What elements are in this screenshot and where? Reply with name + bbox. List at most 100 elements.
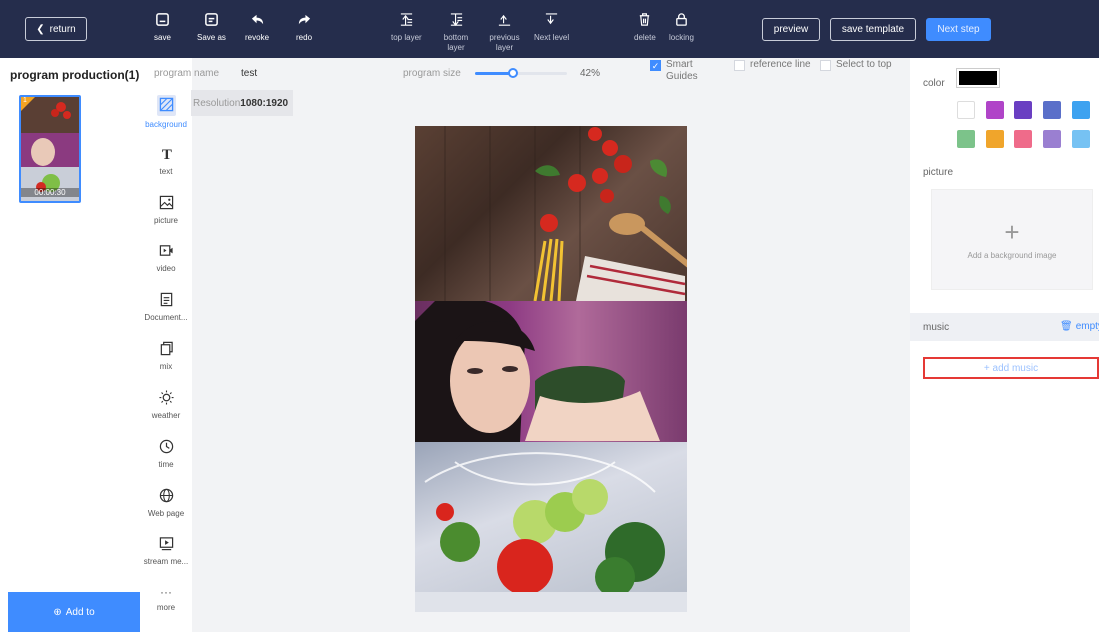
add-to-button[interactable]: ⊕ Add to bbox=[8, 592, 140, 632]
tool-stream-media[interactable]: stream me... bbox=[140, 536, 192, 566]
mix-icon bbox=[160, 341, 173, 356]
reference-line-checkbox[interactable]: reference line bbox=[734, 59, 812, 71]
save-template-button[interactable]: save template bbox=[830, 18, 916, 41]
color-swatch-green[interactable] bbox=[957, 130, 975, 148]
plus-circle-icon: ⊕ bbox=[53, 606, 62, 618]
program-info-bar: program name test program size 42% ✓ Sma… bbox=[140, 58, 910, 88]
tool-document[interactable]: Document... bbox=[140, 292, 192, 322]
tool-time[interactable]: time bbox=[140, 439, 192, 469]
tool-text[interactable]: T text bbox=[140, 146, 192, 176]
delete-button[interactable]: delete bbox=[634, 12, 656, 43]
redo-icon bbox=[298, 14, 310, 25]
top-toolbar: ❮ return save Save as revoke redo top la… bbox=[0, 0, 1099, 58]
program-size-percent: 42% bbox=[580, 68, 601, 79]
stream-icon bbox=[159, 537, 173, 551]
color-swatch-light-blue[interactable] bbox=[1072, 130, 1090, 148]
previous-layer-button[interactable]: previous layer bbox=[487, 12, 522, 53]
resolution-label: Resolution 1080:1920 bbox=[191, 90, 293, 116]
color-swatch-magenta[interactable] bbox=[986, 101, 1004, 119]
thumbnail-duration: 00:00:30 bbox=[21, 188, 79, 197]
locking-button[interactable]: locking bbox=[669, 12, 694, 43]
selected-color-swatch[interactable] bbox=[956, 68, 1000, 88]
bottom-layer-icon bbox=[450, 13, 462, 27]
chevron-left-icon: ❮ bbox=[36, 23, 45, 35]
checkmark-icon: ✓ bbox=[650, 60, 661, 71]
color-swatch-blue[interactable] bbox=[1072, 101, 1090, 119]
tool-web-page[interactable]: Web page bbox=[140, 488, 192, 518]
picture-label: picture bbox=[923, 167, 954, 178]
next-level-icon bbox=[545, 13, 558, 25]
vegetables-image-panel[interactable] bbox=[415, 442, 687, 612]
more-icon: ··· bbox=[160, 585, 172, 599]
return-button[interactable]: ❮ return bbox=[25, 17, 87, 41]
document-icon bbox=[160, 292, 172, 307]
vegetables-image bbox=[415, 452, 687, 612]
redo-button[interactable]: redo bbox=[296, 12, 312, 43]
program-list-panel: program production(1) 1 00:00:30 ⊕ Add t… bbox=[0, 58, 140, 632]
trash-icon: 🗑 bbox=[1060, 321, 1073, 332]
program-size-slider[interactable] bbox=[475, 68, 567, 78]
woman-image bbox=[415, 298, 660, 442]
music-label: music bbox=[923, 322, 950, 333]
revoke-button[interactable]: revoke bbox=[245, 12, 269, 43]
food-image bbox=[444, 126, 687, 306]
select-to-top-checkbox[interactable]: Select to top bbox=[820, 59, 896, 71]
tools-sidebar: background T text picture video Document… bbox=[140, 58, 192, 632]
lock-icon bbox=[676, 13, 687, 26]
color-swatch-white[interactable] bbox=[957, 101, 975, 119]
program-name-label: program name bbox=[154, 68, 220, 79]
weather-icon bbox=[158, 390, 174, 405]
checkbox-empty-icon bbox=[734, 60, 745, 71]
woman-image-panel[interactable] bbox=[415, 298, 687, 442]
checkbox-empty-icon bbox=[820, 60, 831, 71]
preview-button[interactable]: preview bbox=[762, 18, 820, 41]
color-swatch-pink[interactable] bbox=[1014, 130, 1032, 148]
undo-icon bbox=[251, 14, 263, 25]
color-swatch-orange[interactable] bbox=[986, 130, 1004, 148]
save-icon bbox=[156, 13, 169, 26]
picture-icon bbox=[159, 195, 173, 210]
color-swatch-purple[interactable] bbox=[1014, 101, 1032, 119]
color-swatch-lavender[interactable] bbox=[1043, 130, 1061, 148]
program-size-label: program size bbox=[403, 68, 461, 79]
slider-handle[interactable] bbox=[508, 68, 518, 78]
program-thumbnail[interactable]: 1 00:00:30 bbox=[19, 95, 81, 203]
add-background-image-button[interactable]: + Add a background image bbox=[931, 189, 1093, 290]
food-image-panel[interactable] bbox=[415, 126, 687, 306]
bottom-layer-button[interactable]: bottom layer bbox=[441, 12, 471, 53]
tool-weather[interactable]: weather bbox=[140, 390, 192, 420]
smart-guides-checkbox[interactable]: ✓ Smart Guides bbox=[650, 59, 708, 83]
trash-icon bbox=[640, 13, 650, 26]
empty-music-button[interactable]: 🗑 empty bbox=[1060, 321, 1099, 332]
tool-background[interactable]: background bbox=[140, 95, 192, 129]
text-icon: T bbox=[161, 147, 171, 161]
thumbnail-image bbox=[21, 97, 79, 201]
next-step-button[interactable]: Next step bbox=[926, 18, 991, 41]
save-as-icon bbox=[205, 13, 218, 26]
video-icon bbox=[159, 245, 173, 256]
clock-icon bbox=[159, 439, 173, 454]
program-canvas[interactable] bbox=[415, 126, 687, 612]
program-name-input[interactable]: test bbox=[241, 68, 257, 79]
tool-more[interactable]: ··· more bbox=[140, 585, 192, 612]
plus-icon: + bbox=[1004, 217, 1020, 247]
properties-panel: color picture + Add a background image m… bbox=[910, 58, 1099, 632]
tool-picture[interactable]: picture bbox=[140, 195, 192, 225]
globe-icon bbox=[159, 488, 173, 503]
tool-mix[interactable]: mix bbox=[140, 341, 192, 371]
save-as-button[interactable]: Save as bbox=[197, 12, 226, 43]
save-button[interactable]: save bbox=[154, 12, 171, 43]
background-icon bbox=[156, 95, 176, 116]
color-label: color bbox=[923, 78, 945, 89]
program-title: program production(1) bbox=[10, 68, 140, 82]
music-section-header: music 🗑 empty bbox=[910, 313, 1099, 341]
thumbnail-index: 1 bbox=[23, 97, 27, 104]
top-layer-button[interactable]: top layer bbox=[391, 12, 422, 43]
add-music-button[interactable]: + add music bbox=[923, 357, 1099, 379]
top-layer-icon bbox=[400, 13, 412, 26]
tool-video[interactable]: video bbox=[140, 243, 192, 273]
previous-layer-icon bbox=[498, 14, 511, 26]
next-level-button[interactable]: Next level bbox=[534, 12, 569, 43]
svg-text:T: T bbox=[161, 147, 171, 161]
color-swatch-indigo[interactable] bbox=[1043, 101, 1061, 119]
